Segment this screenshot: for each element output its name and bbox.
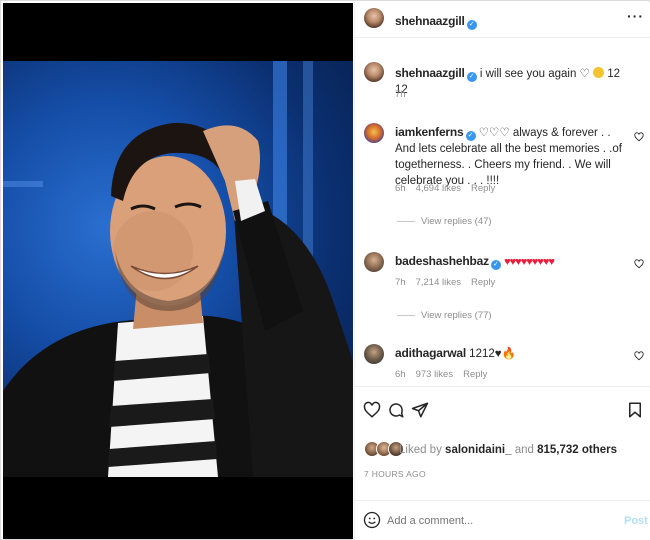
instagram-post-window: shehnaazgill ✓ ··· shehnaazgill ✓ i will s… (0, 0, 650, 540)
comment-meta: 6h 973 likes Reply (395, 369, 497, 380)
comment-username[interactable]: badeshashehbaz (395, 254, 489, 268)
liked-by-count[interactable]: 815,732 others (537, 444, 617, 456)
view-replies-button[interactable]: View replies (77) (397, 310, 492, 321)
liked-by-user[interactable]: salonidaini_ (445, 444, 511, 456)
bookmark-icon[interactable] (626, 401, 644, 419)
comment-time: 6h (395, 183, 406, 194)
comment-meta: 6h 4,694 likes Reply (395, 183, 505, 194)
add-comment-input[interactable] (387, 511, 607, 531)
comment-username[interactable]: adithagarwal (395, 346, 466, 360)
comment-text: ♥♥♥♥♥♥♥♥♥ (504, 256, 555, 268)
smiley-emoji-icon (593, 67, 605, 78)
post-photo-illustration (3, 61, 353, 477)
post-media[interactable] (3, 3, 353, 539)
reply-button[interactable]: Reply (463, 369, 487, 380)
more-horizontal-icon[interactable]: ··· (627, 9, 644, 23)
comment-likes[interactable]: 7,214 likes (416, 277, 461, 288)
comment-1: iamkenferns ✓ ♡♡♡ always & forever . . An… (395, 124, 629, 189)
comment-likes[interactable]: 4,694 likes (416, 183, 461, 194)
like-heart-icon[interactable] (363, 401, 381, 419)
add-comment-bar: Post (355, 500, 650, 540)
post-comment-button[interactable]: Post (624, 515, 648, 527)
view-replies-label: View replies (47) (421, 216, 492, 227)
replies-line (397, 314, 415, 316)
emoji-smiley-icon[interactable] (363, 511, 381, 529)
caption-avatar[interactable] (364, 62, 384, 82)
comment-avatar[interactable] (364, 344, 384, 364)
comment-2: badeshashehbaz ✓ ♥♥♥♥♥♥♥♥♥ (395, 253, 629, 270)
comment-heart-icon[interactable] (634, 259, 644, 269)
reply-button[interactable]: Reply (471, 183, 495, 194)
replies-line (397, 220, 415, 222)
verified-badge-icon: ✓ (466, 20, 477, 30)
verified-badge-icon: ✓ (466, 72, 477, 82)
liked-by-summary: Liked by salonidaini_ and 815,732 others (399, 442, 617, 458)
comment-time: 6h (395, 369, 406, 380)
comment-avatar[interactable] (364, 252, 384, 272)
liked-by-and: and (514, 444, 534, 456)
comment-likes[interactable]: 973 likes (416, 369, 454, 380)
caption-time: 7h (395, 89, 406, 100)
post-photo[interactable] (3, 61, 353, 477)
share-paper-plane-icon[interactable] (411, 401, 429, 419)
view-replies-label: View replies (77) (421, 310, 492, 321)
caption-username[interactable]: shehnaazgill (395, 66, 465, 80)
reply-button[interactable]: Reply (471, 277, 495, 288)
comment-time: 7h (395, 277, 406, 288)
caption: shehnaazgill ✓ i will see you again ♡ 12 … (395, 65, 635, 98)
caption-text: i will see you again ♡ (479, 68, 590, 80)
comment-heart-icon[interactable] (634, 132, 644, 142)
actions-divider (355, 386, 650, 387)
author-username[interactable]: shehnaazgill (395, 14, 465, 28)
view-replies-button[interactable]: View replies (47) (397, 216, 492, 227)
post-header: shehnaazgill ✓ ··· (355, 2, 650, 38)
comment-heart-icon[interactable] (634, 351, 644, 361)
comment-bubble-icon[interactable] (387, 401, 405, 419)
post-timestamp[interactable]: 7 HOURS AGO (364, 469, 426, 479)
author-avatar[interactable] (364, 8, 384, 28)
verified-badge-icon: ✓ (490, 260, 501, 270)
liked-by-prefix: Liked by (399, 444, 442, 456)
comment-meta: 7h 7,214 likes Reply (395, 277, 505, 288)
comment-username[interactable]: iamkenferns (395, 125, 464, 139)
author-name-row: shehnaazgill ✓ (395, 12, 477, 30)
comment-3: adithagarwal 1212♥🔥 (395, 345, 629, 362)
verified-badge-icon: ✓ (465, 131, 476, 141)
post-side-panel: shehnaazgill ✓ ··· shehnaazgill ✓ i will s… (354, 2, 650, 540)
comment-avatar[interactable] (364, 123, 384, 143)
comment-text: 1212♥🔥 (469, 348, 516, 360)
